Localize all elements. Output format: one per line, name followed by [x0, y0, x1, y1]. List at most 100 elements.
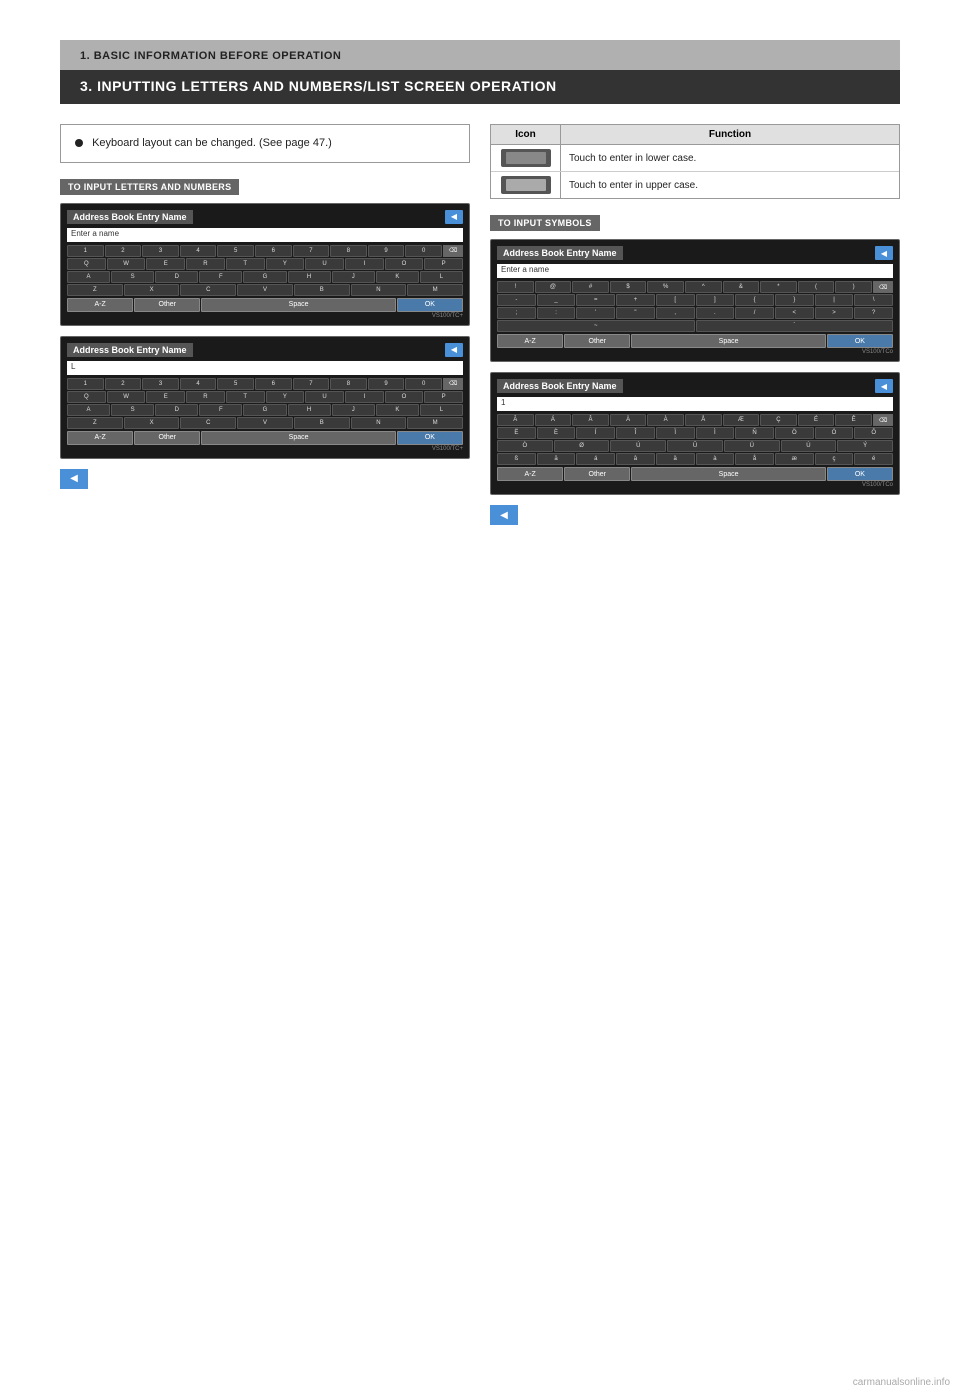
- kb-space-btn-3[interactable]: Space: [631, 334, 826, 348]
- key-y[interactable]: Y: [266, 258, 305, 270]
- key-y-s2[interactable]: Y: [266, 391, 305, 403]
- key-a-s2[interactable]: A: [67, 404, 110, 416]
- key-v[interactable]: V: [237, 284, 293, 296]
- key-t[interactable]: T: [226, 258, 265, 270]
- sym2-key-13[interactable]: Í: [576, 427, 615, 439]
- sym2-key-29[interactable]: ā: [537, 453, 576, 465]
- kb-ok-btn-4[interactable]: OK: [827, 467, 893, 481]
- sym2-key-15[interactable]: Ï: [656, 427, 695, 439]
- key-h[interactable]: H: [288, 271, 331, 283]
- sym-key-27[interactable]: /: [735, 307, 774, 319]
- key-a[interactable]: A: [67, 271, 110, 283]
- key-z[interactable]: Z: [67, 284, 123, 296]
- key-7-s2[interactable]: 7: [293, 378, 330, 390]
- kb-other-btn-1[interactable]: Other: [134, 298, 200, 312]
- sym-key-28[interactable]: <: [775, 307, 814, 319]
- key-9-s2[interactable]: 9: [368, 378, 405, 390]
- sym2-key-36[interactable]: ç: [815, 453, 854, 465]
- key-8[interactable]: 8: [330, 245, 367, 257]
- sym2-key-8[interactable]: Ç: [760, 414, 797, 426]
- kb-other-btn-4[interactable]: Other: [564, 467, 630, 481]
- sym2-key-16[interactable]: Ì: [696, 427, 735, 439]
- sym-key-3[interactable]: #: [572, 281, 609, 293]
- kb-input-3[interactable]: Enter a name: [497, 264, 893, 278]
- sym-key-18[interactable]: }: [775, 294, 814, 306]
- key-i[interactable]: I: [345, 258, 384, 270]
- kb-back-btn-4[interactable]: ◀: [875, 379, 893, 393]
- sym-key-7[interactable]: &: [723, 281, 760, 293]
- sym-key-19[interactable]: |: [815, 294, 854, 306]
- sym2-key-1[interactable]: Ā: [497, 414, 534, 426]
- sym-key-29[interactable]: >: [815, 307, 854, 319]
- key-k-s2[interactable]: K: [376, 404, 419, 416]
- sym2-key-34[interactable]: å: [735, 453, 774, 465]
- kb-input-4[interactable]: 1: [497, 397, 893, 411]
- sym-key-17[interactable]: {: [735, 294, 774, 306]
- key-p[interactable]: P: [424, 258, 463, 270]
- sym2-key-23[interactable]: Ú: [610, 440, 666, 452]
- key-o-s2[interactable]: O: [385, 391, 424, 403]
- sym2-key-26[interactable]: Ù: [781, 440, 837, 452]
- key-o[interactable]: O: [385, 258, 424, 270]
- sym2-key-18[interactable]: Ö: [775, 427, 814, 439]
- sym-key-1[interactable]: !: [497, 281, 534, 293]
- sym2-key-4[interactable]: Ä: [610, 414, 647, 426]
- delete-btn-2[interactable]: ⌫: [443, 378, 463, 390]
- delete-btn-4[interactable]: ⌫: [873, 414, 893, 426]
- kb-ok-btn-2[interactable]: OK: [397, 431, 463, 445]
- sym2-key-19[interactable]: Ó: [815, 427, 854, 439]
- key-p-s2[interactable]: P: [424, 391, 463, 403]
- sym2-key-10[interactable]: Ê: [835, 414, 872, 426]
- key-5[interactable]: 5: [217, 245, 254, 257]
- key-d[interactable]: D: [155, 271, 198, 283]
- sym-key-15[interactable]: [: [656, 294, 695, 306]
- key-s-s2[interactable]: S: [111, 404, 154, 416]
- sym-key-14[interactable]: +: [616, 294, 655, 306]
- key-1-s2[interactable]: 1: [67, 378, 104, 390]
- sym-key-21[interactable]: ;: [497, 307, 536, 319]
- kb-ok-btn-3[interactable]: OK: [827, 334, 893, 348]
- key-c-s2[interactable]: C: [180, 417, 236, 429]
- sym-key-31[interactable]: ~: [497, 320, 695, 332]
- key-x[interactable]: X: [124, 284, 180, 296]
- key-n-s2[interactable]: N: [351, 417, 407, 429]
- sym-key-10[interactable]: ): [835, 281, 872, 293]
- key-0[interactable]: 0: [405, 245, 442, 257]
- key-c[interactable]: C: [180, 284, 236, 296]
- key-l-s2[interactable]: L: [420, 404, 463, 416]
- sym2-key-33[interactable]: à: [696, 453, 735, 465]
- key-2[interactable]: 2: [105, 245, 142, 257]
- sym2-key-2[interactable]: Á: [535, 414, 572, 426]
- kb-input-1[interactable]: Enter a name: [67, 228, 463, 242]
- sym-key-25[interactable]: ,: [656, 307, 695, 319]
- key-4-s2[interactable]: 4: [180, 378, 217, 390]
- sym-key-24[interactable]: ": [616, 307, 655, 319]
- kb-space-btn-2[interactable]: Space: [201, 431, 396, 445]
- key-w[interactable]: W: [107, 258, 146, 270]
- key-r[interactable]: R: [186, 258, 225, 270]
- sym-key-26[interactable]: .: [696, 307, 735, 319]
- sym2-key-24[interactable]: Û: [667, 440, 723, 452]
- sym-key-5[interactable]: %: [647, 281, 684, 293]
- key-1[interactable]: 1: [67, 245, 104, 257]
- kb-ok-btn-1[interactable]: OK: [397, 298, 463, 312]
- kb-az-btn-3[interactable]: A-Z: [497, 334, 563, 348]
- key-5-s2[interactable]: 5: [217, 378, 254, 390]
- sym2-key-22[interactable]: Ø: [554, 440, 610, 452]
- key-k[interactable]: K: [376, 271, 419, 283]
- key-l[interactable]: L: [420, 271, 463, 283]
- sym2-key-35[interactable]: æ: [775, 453, 814, 465]
- sym2-key-17[interactable]: Ñ: [735, 427, 774, 439]
- kb-input-2[interactable]: L: [67, 361, 463, 375]
- key-v-s2[interactable]: V: [237, 417, 293, 429]
- sym2-key-7[interactable]: Æ: [723, 414, 760, 426]
- key-4[interactable]: 4: [180, 245, 217, 257]
- key-d-s2[interactable]: D: [155, 404, 198, 416]
- sym-key-11[interactable]: -: [497, 294, 536, 306]
- key-q-s2[interactable]: Q: [67, 391, 106, 403]
- delete-btn-3[interactable]: ⌫: [873, 281, 893, 293]
- sym2-key-12[interactable]: È: [537, 427, 576, 439]
- back-arrow-right[interactable]: ◀: [490, 505, 518, 525]
- key-b-s2[interactable]: B: [294, 417, 350, 429]
- kb-space-btn-4[interactable]: Space: [631, 467, 826, 481]
